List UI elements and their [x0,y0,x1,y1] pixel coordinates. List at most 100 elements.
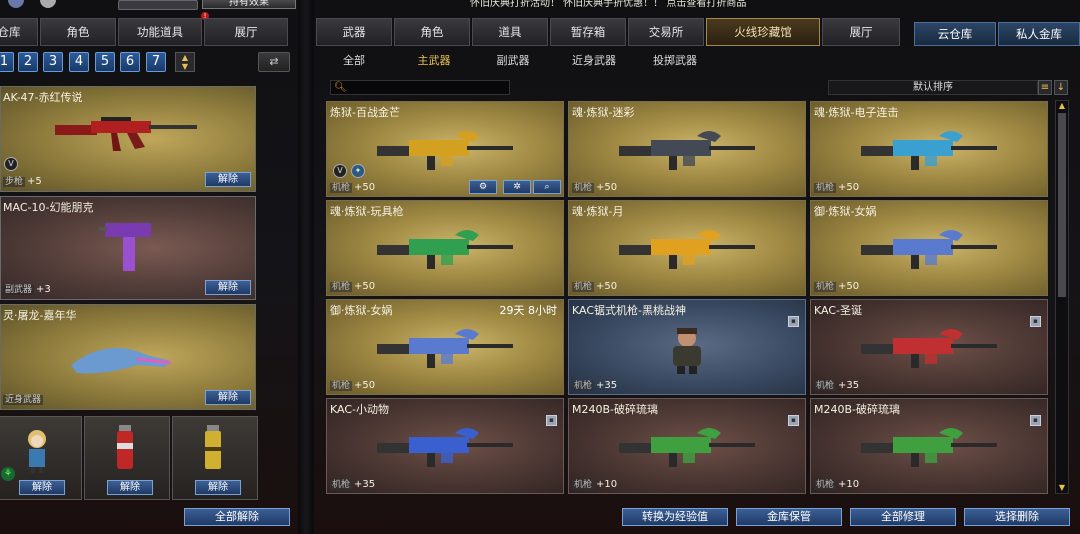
repair-all-button[interactable]: 全部修理 [850,508,956,526]
weapon-card[interactable]: KAC-圣诞 ▪ 机枪 +35 [810,299,1048,395]
machine-gun-icon [861,131,997,170]
weapon-card[interactable]: M240B-破碎琉璃 ▪ 机枪 +10 [810,398,1048,494]
weapon-card[interactable]: 魂·炼狱-电子连击 机枪 +50 [810,101,1048,197]
machine-gun-icon [619,230,755,269]
unequip-button[interactable]: 解除 [19,480,65,495]
trash-icon[interactable]: ▪ [1030,316,1041,327]
tab-vault[interactable]: 私人金库 [998,22,1080,46]
weapon-type: 机枪 +50 [814,281,860,292]
page-button[interactable]: 3 [43,52,63,72]
zoom-icon[interactable]: ⌕ [533,180,561,194]
page-button[interactable]: 6 [120,52,140,72]
tab-exchange[interactable]: 交易所 [628,18,704,46]
tab-character[interactable]: 角色 [394,18,470,46]
item-type: 步枪 +5 [3,176,42,187]
trash-icon[interactable]: ▪ [788,415,799,426]
equipped-item[interactable]: AK-47-赤红传说 V 步枪 +5 解除 [0,86,256,192]
weapon-card[interactable]: 魂·炼狱-迷彩 机枪 +50 [568,101,806,197]
unequip-button[interactable]: 解除 [205,390,251,405]
page-button[interactable]: 1 [0,52,14,72]
item-type: 副武器 +3 [3,284,51,295]
weapon-card[interactable]: KAC-小动物 ▪ 机枪 +35 [326,398,564,494]
tab-showroom[interactable]: 展厅 [822,18,900,46]
tab-weapons[interactable]: 武器 [316,18,392,46]
tab-cloud[interactable]: 云仓库 [914,22,996,46]
page-button[interactable]: 5 [95,52,115,72]
page-button[interactable]: 4 [69,52,89,72]
search-input[interactable]: 🔍︎ [330,80,510,95]
grenade-slot[interactable]: 解除 [84,416,170,500]
subtab-primary[interactable]: 主武器 [392,52,476,68]
convert-exp-button[interactable]: 转换为经验值 [622,508,728,526]
weapon-card[interactable]: 炼狱-百战金芒 V ✦ ⚙ ✲ ⌕ 机枪 +50 [326,101,564,197]
weapon-card[interactable]: 魂·炼狱-玩具枪 机枪 +50 [326,200,564,296]
transfer-icon[interactable]: ⇄ [258,52,290,72]
settings-icon[interactable]: ✲ [503,180,531,194]
subtab-melee[interactable]: 近身武器 [550,52,638,68]
weapon-card[interactable]: 魂·炼狱-月 机枪 +50 [568,200,806,296]
page-button[interactable]: 7 [146,52,166,72]
trash-icon[interactable]: ▪ [546,415,557,426]
weapon-type: 机枪 +10 [572,479,618,490]
scrollbar[interactable]: ▲ ▼ [1055,100,1069,494]
weapon-name: 御·炼狱-女娲 [330,304,393,317]
item-type: 近身武器 [3,395,44,405]
tab-collection[interactable]: 火线珍藏馆 [706,18,820,46]
flashbang-icon [205,425,221,469]
unequip-button[interactable]: 解除 [205,172,251,187]
equipped-item[interactable]: 灵·屠龙-嘉年华 近身武器 解除 [0,304,256,410]
subtab-all[interactable]: 全部 [316,52,392,68]
machine-gun-icon [377,230,513,269]
tab-left-2[interactable]: 功能道具 [118,18,202,46]
weapon-type: 机枪 +35 [572,380,618,391]
panel-divider [298,0,314,534]
character-slot[interactable]: ⚘ 解除 [0,416,82,500]
rifle-icon [55,117,197,151]
smg-icon [99,223,151,271]
unequip-all-button[interactable]: 全部解除 [184,508,290,526]
page-updown-icon[interactable]: ▲ ▼ [175,52,195,72]
grenade-slot[interactable]: 解除 [172,416,258,500]
event-notice[interactable]: 怀旧庆典打折活动！ 怀旧庆典手折优惠！！ 点击查看打折商品 [470,0,890,8]
weapon-type: 机枪 +50 [330,182,376,193]
tab-left-0[interactable]: 仓库 [0,18,38,46]
subtab-throwing[interactable]: 投掷武器 [638,52,712,68]
select-delete-button[interactable]: 选择删除 [964,508,1070,526]
weapon-card[interactable]: M240B-破碎琉璃 ▪ 机枪 +10 [568,398,806,494]
subtab-secondary[interactable]: 副武器 [476,52,550,68]
tab-left-1[interactable]: 角色 [40,18,116,46]
top-chip[interactable] [118,0,198,10]
unequip-button[interactable]: 解除 [205,280,251,295]
compare-icon[interactable]: ⚙ [469,180,497,194]
small-icon [40,0,56,8]
trash-icon[interactable]: ▪ [788,316,799,327]
item-name: 灵·屠龙-嘉年华 [3,309,77,322]
unequip-button[interactable]: 解除 [107,480,153,495]
armory-screen: { "notice": {"text": "怀旧庆典打折活动！ 怀旧庆典手折优惠… [0,0,1080,534]
page-button[interactable]: 2 [18,52,38,72]
equipped-item[interactable]: MAC-10-幻能朋克 副武器 +3 解除 [0,196,256,300]
scroll-up-icon[interactable]: ▲ [1057,101,1067,111]
weapon-name: M240B-破碎琉璃 [572,403,659,416]
tab-left-3[interactable]: 展厅 [204,18,288,46]
sort-direction-icon[interactable]: ↓ [1054,80,1068,95]
trash-icon[interactable]: ▪ [1030,415,1041,426]
machine-gun-icon [377,428,513,467]
unequip-button[interactable]: 解除 [195,480,241,495]
tab-storage[interactable]: 暂存箱 [550,18,626,46]
scroll-thumb[interactable] [1058,113,1066,297]
sort-dropdown[interactable]: 默认排序 [828,80,1038,95]
weapon-card[interactable]: 御·炼狱-女娲 机枪 +50 [810,200,1048,296]
weapon-card[interactable]: KAC锯式机枪-黑桃战神 ▪ 机枪 +35 [568,299,806,395]
weapon-type: 机枪 +10 [814,479,860,490]
weapon-type: 机枪 +50 [572,182,618,193]
weapon-type: 机枪 +35 [330,479,376,490]
scroll-down-icon[interactable]: ▼ [1057,483,1067,493]
left-tabbar: 仓库 角色 功能道具 展厅 [0,18,290,46]
weapon-card[interactable]: 御·炼狱-女娲 29天 8小时 机枪 +50 [326,299,564,395]
list-view-icon[interactable]: ≡ [1038,80,1052,95]
tab-items[interactable]: 道具 [472,18,548,46]
weapon-subtabs: 全部 主武器 副武器 近身武器 投掷武器 [316,48,1080,72]
hold-effect-button[interactable]: 持有效果 [202,0,296,9]
vault-store-button[interactable]: 金库保管 [736,508,842,526]
